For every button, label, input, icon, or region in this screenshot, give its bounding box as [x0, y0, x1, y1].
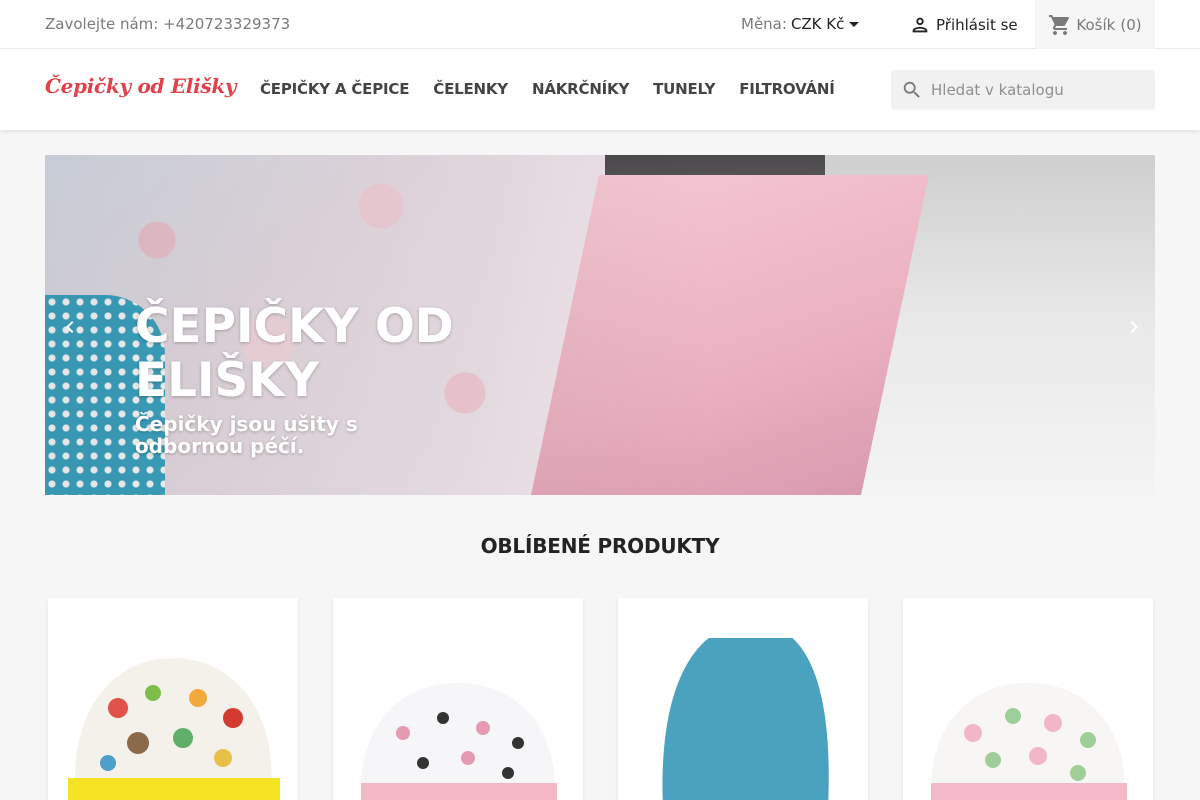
hero-carousel: ČEPIČKY OD ELIŠKY Čepičky jsou ušity s o… — [45, 155, 1155, 495]
cart-label: Košík — [1076, 15, 1116, 34]
chevron-left-icon[interactable] — [58, 315, 82, 339]
product-list — [48, 598, 1188, 800]
cart-button[interactable]: Košík (0) — [1035, 0, 1155, 49]
sign-in-label: Přihlásit se — [936, 16, 1018, 34]
currency-value: CZK Kč — [790, 15, 845, 33]
nav-item-cepicky[interactable]: ČEPIČKY A ČEPICE — [260, 80, 409, 98]
hero-title: ČEPIČKY OD ELIŠKY — [135, 299, 454, 408]
contact-phone: Zavolejte nám: +420723329373 — [45, 15, 291, 33]
product-image[interactable] — [628, 638, 858, 800]
shopping-cart-icon — [1049, 14, 1070, 35]
currency-label: Měna: — [741, 15, 787, 33]
top-bar: Zavolejte nám: +420723329373 Měna: CZK K… — [0, 0, 1200, 49]
user-icon — [912, 17, 928, 33]
chevron-right-icon[interactable] — [1122, 315, 1146, 339]
main-nav: ČEPIČKY A ČEPICE ČELENKY NÁKRČNÍKY TUNEL… — [260, 80, 859, 98]
site-logo[interactable]: Čepičky od Elišky — [45, 74, 237, 98]
search-box — [891, 70, 1155, 110]
product-image[interactable] — [343, 638, 573, 800]
nav-item-nakrcniky[interactable]: NÁKRČNÍKY — [532, 80, 629, 98]
product-image[interactable] — [913, 638, 1143, 800]
hero-subtitle: Čepičky jsou ušity s odbornou péčí. — [135, 412, 358, 458]
nav-item-celenky[interactable]: ČELENKY — [433, 80, 508, 98]
nav-item-tunely[interactable]: TUNELY — [653, 80, 715, 98]
product-card[interactable] — [903, 598, 1153, 800]
product-card[interactable] — [618, 598, 868, 800]
nav-item-filtrovani[interactable]: FILTROVÁNÍ — [739, 80, 835, 98]
currency-selector[interactable]: Měna: CZK Kč — [741, 15, 860, 33]
product-card[interactable] — [333, 598, 583, 800]
search-input[interactable] — [931, 81, 1141, 99]
main-header: Čepičky od Elišky ČEPIČKY A ČEPICE ČELEN… — [0, 49, 1200, 130]
cart-count: (0) — [1120, 15, 1142, 34]
product-card[interactable] — [48, 598, 298, 800]
sign-in-link[interactable]: Přihlásit se — [909, 14, 1018, 36]
featured-products-title: OBLÍBENÉ PRODUKTY — [480, 534, 720, 558]
search-icon[interactable] — [901, 79, 923, 101]
chevron-down-icon — [849, 21, 860, 27]
product-image[interactable] — [58, 638, 288, 800]
